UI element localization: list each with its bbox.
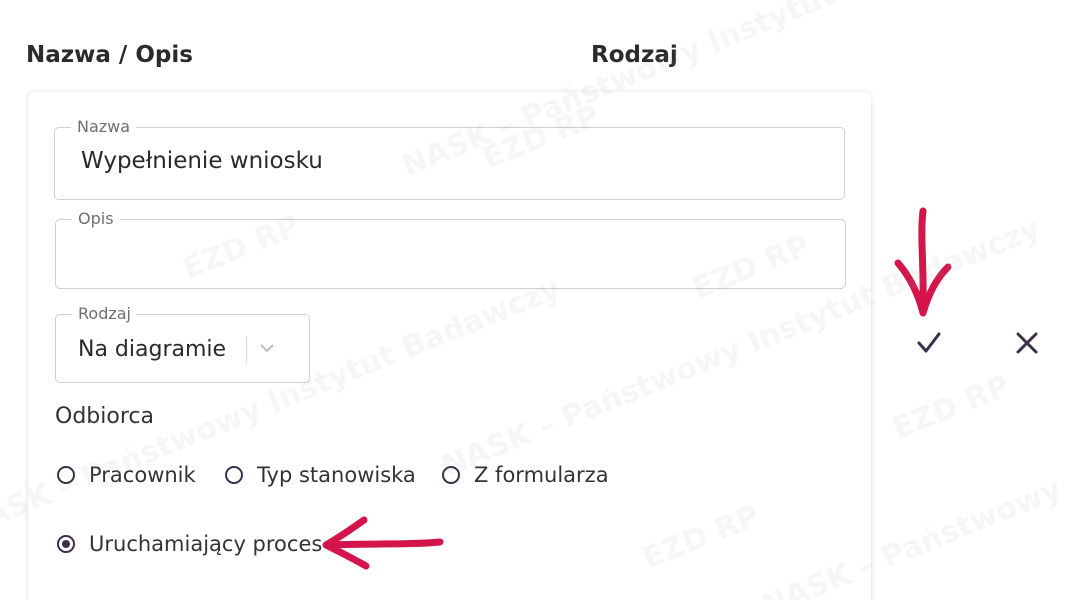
- type-select[interactable]: Rodzaj Na diagramie: [55, 304, 310, 383]
- radio-label: Z formularza: [474, 463, 609, 487]
- annotation-arrow-down: [894, 207, 952, 317]
- radio-label: Pracownik: [89, 463, 196, 487]
- name-field-label: Nazwa: [71, 117, 137, 137]
- radio-option-uruchamiajacy-proces[interactable]: Uruchamiający proces: [57, 529, 322, 559]
- column-header-name-description: Nazwa / Opis: [26, 42, 193, 68]
- description-field-label: Opis: [72, 209, 120, 229]
- radio-button[interactable]: [225, 466, 243, 484]
- radio-option-z-formularza[interactable]: Z formularza: [442, 460, 609, 490]
- recipient-label: Odbiorca: [55, 404, 154, 429]
- radio-option-pracownik[interactable]: Pracownik: [57, 460, 196, 490]
- type-select-label: Rodzaj: [72, 304, 137, 324]
- radio-label: Uruchamiający proces: [89, 532, 323, 556]
- select-separator: [246, 337, 247, 363]
- radio-button[interactable]: [442, 466, 460, 484]
- type-select-value: Na diagramie: [78, 337, 227, 362]
- watermark-logo: EZD RP: [887, 368, 1015, 447]
- description-field[interactable]: Opis: [55, 209, 846, 289]
- page: Nazwa / Opis Rodzaj Nazwa Wypełnienie wn…: [0, 0, 1067, 600]
- name-field[interactable]: Nazwa Wypełnienie wniosku: [54, 117, 845, 200]
- close-icon[interactable]: [1010, 326, 1044, 360]
- column-header-type: Rodzaj: [591, 42, 678, 68]
- radio-option-typ-stanowiska[interactable]: Typ stanowiska: [225, 460, 416, 490]
- checkmark-icon[interactable]: [912, 326, 946, 360]
- chevron-down-icon[interactable]: [258, 341, 276, 355]
- radio-label: Typ stanowiska: [257, 463, 416, 487]
- radio-button-selected[interactable]: [57, 535, 75, 553]
- name-field-value[interactable]: Wypełnienie wniosku: [81, 148, 323, 174]
- radio-button[interactable]: [57, 466, 75, 484]
